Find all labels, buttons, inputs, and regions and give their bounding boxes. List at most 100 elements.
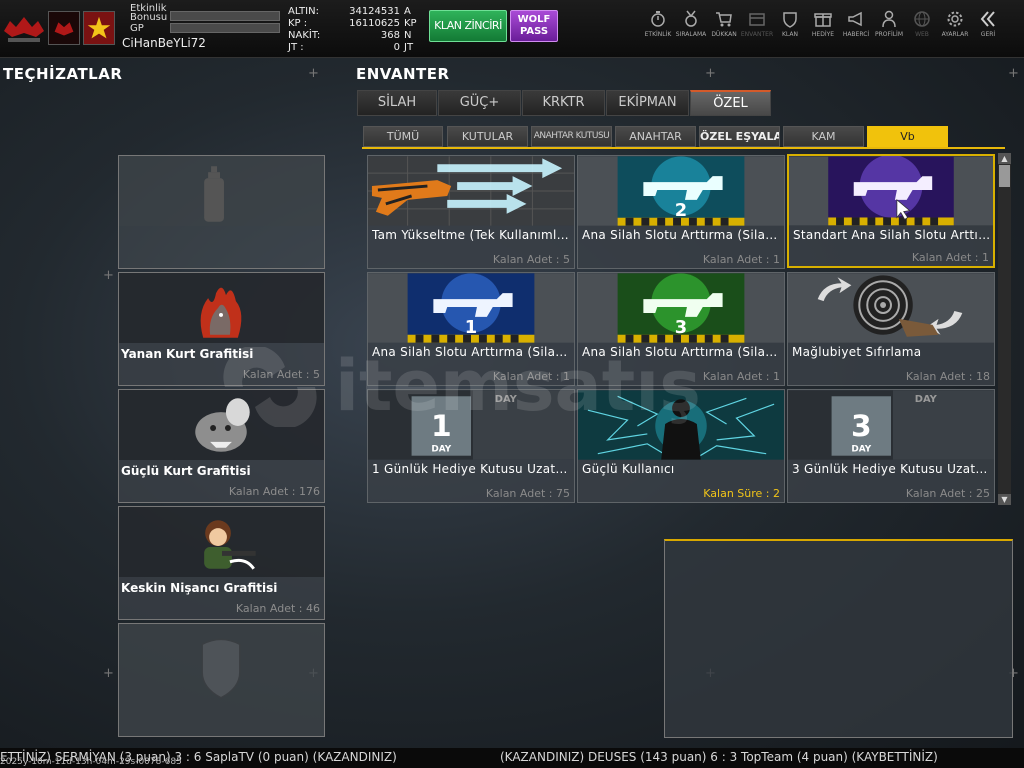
inventory-item-weapon-slot-2[interactable]: 2 Ana Silah Slotu Arttırma (Silah 2) Kal…: [577, 155, 785, 269]
menu-siralama[interactable]: SIRALAMA: [673, 8, 709, 48]
globe-icon: [914, 11, 930, 27]
slot-number-badge: 2: [675, 200, 687, 221]
inventory-item-gift-box-1day[interactable]: 1 DAY DAY 1 Günlük Hediye Kutusu Uzatma …: [367, 389, 575, 503]
item-name: 1 Günlük Hediye Kutusu Uzatma: [372, 462, 572, 476]
day-label: DAY: [431, 445, 451, 455]
cart-icon: [716, 12, 732, 27]
equipment-title: TEÇHİZATLAR: [3, 65, 123, 83]
shield-icon: [783, 12, 797, 28]
slot-item-name: Güçlü Kurt Grafitisi: [121, 464, 251, 478]
subtab-kam[interactable]: KAM: [783, 126, 864, 147]
slot-number-badge: 1: [465, 317, 477, 338]
menu-web[interactable]: WEB: [904, 8, 940, 48]
item-count: Kalan Adet : 18: [905, 370, 990, 383]
medal-icon: [685, 10, 697, 27]
gp-label: GP: [130, 23, 144, 34]
inventory-title: ENVANTER: [356, 65, 450, 83]
item-count: Kalan Adet : 1: [492, 370, 570, 383]
equipment-slot-5[interactable]: [118, 623, 325, 737]
currency-row-jt: JT : 0 JT: [288, 42, 414, 53]
item-name: 3 Günlük Hediye Kutusu Uzatma: [792, 462, 992, 476]
menu-dukkan[interactable]: DÜKKAN: [706, 8, 742, 48]
strong-wolf-graffiti-icon: [195, 398, 250, 452]
weapon-slot-icon: 1: [368, 273, 574, 343]
sniper-graffiti-icon: [204, 520, 256, 570]
menu-klan[interactable]: KLAN: [772, 8, 808, 48]
subtab-ozel-esyalar[interactable]: ÖZEL EŞYALAR: [699, 126, 780, 147]
scroll-up-arrow-icon[interactable]: ▲: [998, 153, 1011, 164]
inventory-item-standard-weapon-slot[interactable]: Standart Ana Silah Slotu Arttırma Kalan …: [787, 154, 995, 268]
day-label: DAY: [851, 445, 871, 455]
clan-emblem-icon[interactable]: [48, 11, 80, 45]
menu-geri[interactable]: GERİ: [970, 8, 1006, 48]
slot-item-count: Kalan Adet : 46: [235, 602, 320, 615]
menu-hediye[interactable]: HEDİYE: [805, 8, 841, 48]
inventory-item-defeat-reset[interactable]: Mağlubiyet Sıfırlama Kalan Adet : 18: [787, 272, 995, 386]
subtab-kutular[interactable]: KUTULAR: [447, 126, 528, 147]
item-count: Kalan Adet : 1: [911, 251, 989, 264]
inventory-item-power-user[interactable]: Güçlü Kullanıcı Kalan Süre : 2: [577, 389, 785, 503]
subtab-tumu[interactable]: TÜMÜ: [363, 126, 443, 147]
tab-ekipman[interactable]: EKİPMAN: [606, 90, 689, 116]
slot-item-name: Yanan Kurt Grafitisi: [121, 347, 254, 361]
item-name: Tam Yükseltme (Tek Kullanımlık): [372, 228, 572, 242]
stopwatch-icon: [651, 11, 665, 27]
tab-ozel[interactable]: ÖZEL: [690, 90, 771, 116]
kp-value: 16110625: [349, 18, 400, 29]
clan-chain-button[interactable]: KLAN ZİNCİRİ: [429, 10, 507, 42]
menu-etkinlik[interactable]: ETKİNLİK: [640, 8, 676, 48]
wolf-pass-button[interactable]: WOLF PASS: [510, 10, 558, 42]
decorative-plus-icon: +: [705, 66, 716, 81]
slot-item-count: Kalan Adet : 176: [228, 485, 320, 498]
cash-value: 368: [380, 30, 400, 41]
inventory-item-weapon-slot-1[interactable]: 1 Ana Silah Slotu Arttırma (Silah 1) Kal…: [367, 272, 575, 386]
item-name: Güçlü Kullanıcı: [582, 462, 675, 476]
menu-envanter[interactable]: ENVANTER: [739, 8, 775, 48]
equipment-slot-4[interactable]: Keskin Nişancı Grafitisi Kalan Adet : 46: [118, 506, 325, 620]
inventory-scrollbar[interactable]: ▲ ▼: [998, 153, 1011, 505]
bonus-bar: [170, 11, 280, 21]
tab-guc[interactable]: GÜÇ+: [438, 90, 521, 116]
shield-icon: [201, 638, 241, 699]
decorative-plus-icon: +: [308, 66, 319, 81]
subtab-vb[interactable]: Vb: [867, 126, 948, 147]
equipment-slot-2[interactable]: Yanan Kurt Grafitisi Kalan Adet : 5: [118, 272, 325, 386]
inventory-item-gift-box-3day[interactable]: 3 DAY DAY 3 Günlük Hediye Kutusu Uzatma …: [787, 389, 995, 503]
scroll-thumb[interactable]: [999, 165, 1010, 187]
profile-icon: [882, 10, 896, 28]
item-name: Ana Silah Slotu Arttırma (Silah 1): [372, 345, 572, 359]
item-name: Ana Silah Slotu Arttırma (Silah 3): [582, 345, 782, 359]
night-wolf-logo: [2, 11, 46, 45]
menu-profilim[interactable]: PROFİLİM: [871, 8, 907, 48]
username: CiHanBeYLi72: [122, 36, 206, 50]
item-name: Mağlubiyet Sıfırlama: [792, 345, 922, 359]
inventory-icon: [749, 13, 765, 26]
tab-krktr[interactable]: KRKTR: [522, 90, 605, 116]
slot-item-name: Keskin Nişancı Grafitisi: [121, 581, 278, 595]
menu-haberci[interactable]: HABERCİ: [838, 8, 874, 48]
item-name: Standart Ana Silah Slotu Arttırma: [793, 228, 991, 242]
timestamp: 2025y-10m-11d-13h-04m-29s-0078-685: [0, 757, 182, 767]
subtab-anahtar-kutusu[interactable]: ANAHTAR KUTUSU: [531, 126, 612, 147]
main-menu: ETKİNLİK SIRALAMA DÜKKAN ENVANTER KLAN H…: [640, 8, 1024, 48]
equipment-slot-3[interactable]: Güçlü Kurt Grafitisi Kalan Adet : 176: [118, 389, 325, 503]
day-number: 3: [851, 409, 872, 444]
top-bar: Etkinlik Bonusu GP CiHanBeYLi72 ALTIN: 3…: [0, 0, 1024, 58]
currency-panel: ALTIN: 34124531 A KP : 16110625 KP NAKİT…: [284, 6, 424, 54]
currency-row-gold: ALTIN: 34124531 A: [288, 6, 411, 17]
item-count: Kalan Adet : 5: [492, 253, 570, 266]
currency-row-kp: KP : 16110625 KP: [288, 18, 417, 29]
slot-item-count: Kalan Adet : 5: [242, 368, 320, 381]
subtab-anahtar[interactable]: ANAHTAR: [615, 126, 696, 147]
ticker-text-right: (KAZANDINIZ) DEUSES (143 puan) 6 : 3 Top…: [500, 750, 938, 764]
tab-silah[interactable]: SİLAH: [357, 90, 437, 116]
back-chevrons-icon: [980, 11, 995, 27]
equipment-slot-1[interactable]: [118, 155, 325, 269]
inventory-item-full-upgrade[interactable]: Tam Yükseltme (Tek Kullanımlık) Kalan Ad…: [367, 155, 575, 269]
menu-ayarlar[interactable]: AYARLAR: [937, 8, 973, 48]
bonus-label-2: Bonusu: [130, 12, 168, 23]
decorative-plus-icon: +: [1008, 66, 1019, 81]
scroll-down-arrow-icon[interactable]: ▼: [998, 494, 1011, 505]
svg-text:DAY: DAY: [915, 394, 938, 405]
inventory-item-weapon-slot-3[interactable]: 3 Ana Silah Slotu Arttırma (Silah 3) Kal…: [577, 272, 785, 386]
